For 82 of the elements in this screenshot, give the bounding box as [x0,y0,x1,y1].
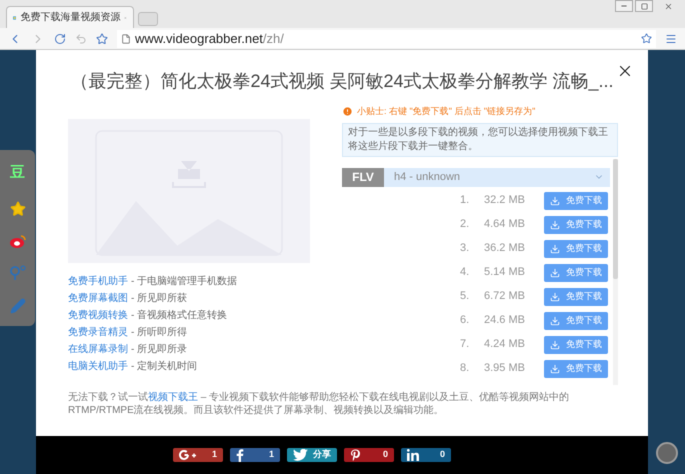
maximize-icon [640,2,648,10]
facebook-icon [236,448,244,462]
google-plus-icon [179,450,197,460]
file-size: 4.64 MB [484,217,526,232]
product-link[interactable]: 免费手机助手 [68,275,128,288]
star-icon[interactable] [10,201,26,218]
download-icon [550,316,560,326]
file-index: 6. [460,313,470,328]
download-icon [550,244,560,254]
download-button[interactable]: 免费下载 [544,288,608,306]
software-link[interactable]: 视频下载王 [148,392,198,402]
bookmark-icon[interactable] [96,32,108,44]
product-link[interactable]: 在线屏幕录制 [68,343,128,356]
download-icon [550,220,560,230]
linkedin-icon [407,449,419,461]
quality-select[interactable]: FLV h4 - unknown [342,168,610,186]
product-link[interactable]: 电脑关机助手 [68,360,128,373]
product-description: - 定制关机时间 [131,360,198,373]
product-link[interactable]: 免费录音精灵 [68,326,128,339]
file-size: 6.72 MB [484,289,526,304]
share-button[interactable]: 1 [173,448,223,462]
chat-button[interactable] [656,442,678,464]
footer-paragraph: 无法下载？试一试视频下载王 – 专业视频下载软件能够帮助您轻松下载在线电视剧以及土豆、优酷等视频网站中的RTMP/RTMPE流在线视频。而且该软件还提供了屏幕录制、视频转换以及编辑功能。 [68,390,570,416]
reload-icon[interactable] [54,32,66,44]
file-index: 7. [460,337,470,352]
share-button[interactable]: 0 [401,448,451,462]
product-link[interactable]: 免费屏幕截图 [68,292,128,305]
alert-icon [342,106,353,118]
file-index: 4. [460,265,470,280]
weibo-icon[interactable] [8,234,26,249]
menu-icon[interactable] [665,32,677,44]
maximize-button[interactable] [635,0,653,12]
download-button[interactable]: 免费下载 [544,240,608,258]
file-index: 8. [460,361,470,376]
download-button[interactable]: 免费下载 [544,312,608,330]
download-icon [550,292,560,302]
file-size: 4.24 MB [484,337,526,352]
download-icon [550,364,560,374]
file-size: 5.14 MB [484,265,526,280]
browser-tab[interactable]: 免费下载海量视频资源 [6,6,134,28]
download-icon [550,196,560,206]
format-label: FLV [342,168,384,186]
file-size: 36.2 MB [484,241,526,256]
share-button[interactable]: 1 [230,448,280,462]
product-description: - 所见即所录 [131,343,188,356]
file-index: 5. [460,289,470,304]
file-index: 1. [460,193,470,208]
douban-label[interactable]: 豆 [10,162,25,185]
close-icon [664,2,672,10]
download-button[interactable]: 免费下载 [544,360,608,378]
file-size: 3.95 MB [484,361,526,376]
address-bar[interactable]: www.videograbber.net/zh/ [117,30,656,48]
page-icon [121,34,131,44]
file-index: 3. [460,241,470,256]
download-icon [550,340,560,350]
video-title: （最完整）简化太极拳24式视频 吴阿敏24式太极拳分解教学 流畅_... [69,70,615,93]
scrollbar[interactable] [613,158,618,384]
twitter-icon [293,449,308,461]
file-size: 24.6 MB [484,313,526,328]
download-button[interactable]: 免费下载 [544,336,608,354]
share-button[interactable]: 0 [344,448,394,462]
product-description: - 于电脑端管理手机数据 [131,275,238,288]
star-icon[interactable] [641,33,652,44]
download-button[interactable]: 免费下载 [544,192,608,210]
info-box: 对于一些是以多段下载的视频，您可以选择使用视频下载王将这些片段下载并一键整合。 [342,122,618,156]
download-button[interactable]: 免费下载 [544,264,608,282]
pinterest-icon [350,448,361,462]
quality-value: h4 - unknown [394,170,462,185]
product-description: - 所见即所获 [131,292,188,305]
scrollbar-thumb[interactable] [613,158,618,278]
product-description: - 所听即所得 [131,326,188,339]
tip-text: 小贴士: 右键 "免费下载" 后点击 "链接另存为" [357,105,536,118]
minimize-button[interactable] [615,0,633,12]
share-button[interactable]: 分享 [287,448,337,462]
file-index: 2. [460,217,470,232]
download-button[interactable]: 免费下载 [544,216,608,234]
tab-title: 免费下载海量视频资源 [20,10,120,25]
download-icon [550,268,560,278]
product-description: - 音视频格式任意转换 [131,309,228,322]
product-link[interactable]: 免费视频转换 [68,309,128,322]
url-text: www.videograbber.net/zh/ [135,30,284,48]
file-size: 32.2 MB [484,193,526,208]
